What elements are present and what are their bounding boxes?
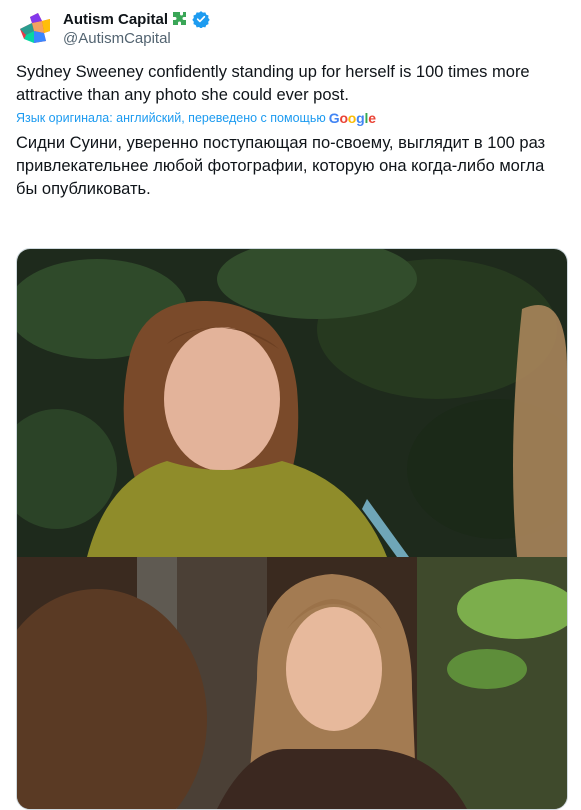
user-handle[interactable]: @AutismCapital <box>63 30 171 47</box>
puzzle-piece-icon <box>173 12 187 25</box>
translation-note[interactable]: Язык оригинала: английский, переведено с… <box>16 110 376 126</box>
tweet-text: Sydney Sweeney confidently standing up f… <box>16 63 530 104</box>
translation-label[interactable]: Язык оригинала: английский, переведено с… <box>16 111 326 125</box>
tweet-header: Autism Capital @AutismCapital <box>16 8 556 48</box>
avatar[interactable] <box>16 9 54 47</box>
display-name[interactable]: Autism Capital <box>63 11 168 28</box>
verified-badge-icon <box>192 11 210 28</box>
tweet-media[interactable] <box>16 248 568 810</box>
puzzle-avatar-icon <box>20 13 50 43</box>
google-logo: Google <box>328 110 376 126</box>
media-image <box>17 249 567 809</box>
translated-text: Сидни Суини, уверенно поступающая по-сво… <box>16 134 546 198</box>
